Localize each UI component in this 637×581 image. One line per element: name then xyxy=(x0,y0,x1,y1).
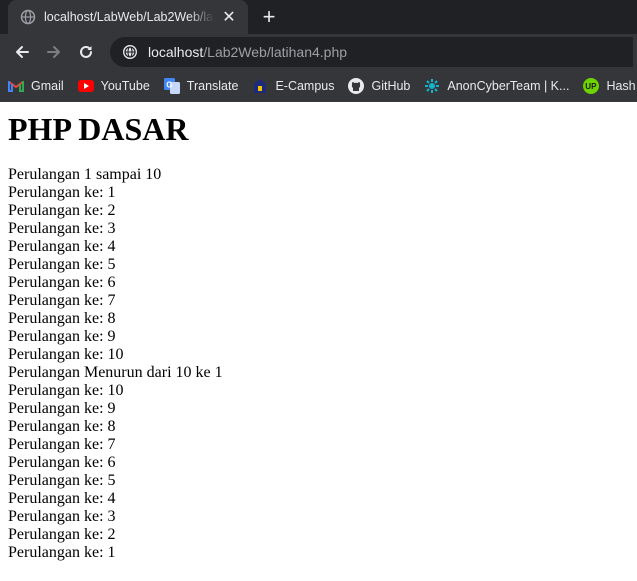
gmail-icon xyxy=(8,78,24,94)
reload-icon xyxy=(80,45,92,58)
output-line: Perulangan ke: 7 xyxy=(8,292,116,309)
bookmark-github[interactable]: GitHub xyxy=(348,77,411,94)
bookmark-label: GitHub xyxy=(371,78,411,93)
close-icon[interactable]: ✕ xyxy=(220,8,238,26)
output-line: Perulangan ke: 5 xyxy=(8,256,116,273)
tab-strip: localhost/LabWeb/Lab2Web/latihan4.php ✕ … xyxy=(0,0,637,34)
output-line: Perulangan ke: 4 xyxy=(8,238,116,255)
address-bar[interactable]: localhost/Lab2Web/latihan4.php xyxy=(110,37,633,67)
output-line: Perulangan ke: 1 xyxy=(8,184,116,201)
new-tab-button[interactable]: + xyxy=(258,6,280,28)
back-button[interactable] xyxy=(8,38,36,66)
forward-arrow-icon xyxy=(47,46,60,58)
reload-button[interactable] xyxy=(72,38,100,66)
output-line: Perulangan Menurun dari 10 ke 1 xyxy=(8,364,223,381)
bookmark-ecampus[interactable]: E-Campus xyxy=(252,78,334,94)
output-line: Perulangan ke: 8 xyxy=(8,310,116,327)
output-line: Perulangan ke: 7 xyxy=(8,436,116,453)
output-line: Perulangan ke: 3 xyxy=(8,508,116,525)
output-line: Perulangan ke: 9 xyxy=(8,400,116,417)
browser-toolbar: localhost/Lab2Web/latihan4.php xyxy=(0,34,637,70)
output-line: Perulangan ke: 10 xyxy=(8,382,124,399)
bookmark-anoncyberteam[interactable]: AnonCyberTeam | K... xyxy=(424,78,569,94)
bookmark-label: E-Campus xyxy=(275,78,335,93)
bookmark-gmail[interactable]: Gmail xyxy=(8,78,64,94)
output-line: Perulangan ke: 3 xyxy=(8,220,116,237)
youtube-icon xyxy=(77,78,94,94)
browser-tab[interactable]: localhost/LabWeb/Lab2Web/latihan4.php ✕ xyxy=(8,0,248,34)
url-host: localhost xyxy=(148,44,204,60)
bookmark-label: Gmail xyxy=(31,78,64,93)
bookmark-label: Hash xyxy=(606,78,636,93)
bookmarks-bar: Gmail YouTube G Translate E-Campus GitHu… xyxy=(0,70,637,102)
output-line: Perulangan ke: 8 xyxy=(8,418,116,435)
ecampus-icon xyxy=(252,78,268,94)
bookmark-hash[interactable]: UP Hash xyxy=(583,77,636,94)
output-line: Perulangan ke: 1 xyxy=(8,544,116,561)
bookmark-translate[interactable]: G Translate xyxy=(163,77,239,94)
back-arrow-icon xyxy=(16,46,29,58)
output-line: Perulangan 1 sampai 10 xyxy=(8,166,162,183)
page-content: PHP DASAR Perulangan 1 sampai 10 Perulang… xyxy=(0,102,637,562)
page-title: PHP DASAR xyxy=(8,111,189,147)
url-path: /Lab2Web/latihan4.php xyxy=(203,44,348,60)
bookmark-label: AnonCyberTeam | K... xyxy=(447,78,570,93)
translate-icon: G xyxy=(163,77,180,94)
anoncyberteam-icon xyxy=(424,78,440,94)
site-info-icon[interactable] xyxy=(122,44,138,60)
output-line: Perulangan ke: 2 xyxy=(8,202,116,219)
bookmark-label: Translate xyxy=(186,78,239,93)
output-line: Perulangan ke: 9 xyxy=(8,328,116,345)
globe-icon xyxy=(20,9,36,25)
tab-title: localhost/LabWeb/Lab2Web/latihan4.php xyxy=(44,10,214,24)
output-line: Perulangan ke: 6 xyxy=(8,454,116,471)
bookmark-label: YouTube xyxy=(100,78,150,93)
bookmark-youtube[interactable]: YouTube xyxy=(77,78,150,94)
output-line: Perulangan ke: 6 xyxy=(8,274,116,291)
github-icon xyxy=(348,77,365,94)
loop-output: Perulangan 1 sampai 10 Perulangan ke: 1 Pe… xyxy=(8,166,629,562)
svg-text:G: G xyxy=(166,80,172,89)
hash-icon: UP xyxy=(583,77,600,94)
output-line: Perulangan ke: 10 xyxy=(8,346,124,363)
output-line: Perulangan ke: 5 xyxy=(8,472,116,489)
forward-button[interactable] xyxy=(40,38,68,66)
output-line: Perulangan ke: 2 xyxy=(8,526,116,543)
output-line: Perulangan ke: 4 xyxy=(8,490,116,507)
svg-text:UP: UP xyxy=(586,82,598,91)
